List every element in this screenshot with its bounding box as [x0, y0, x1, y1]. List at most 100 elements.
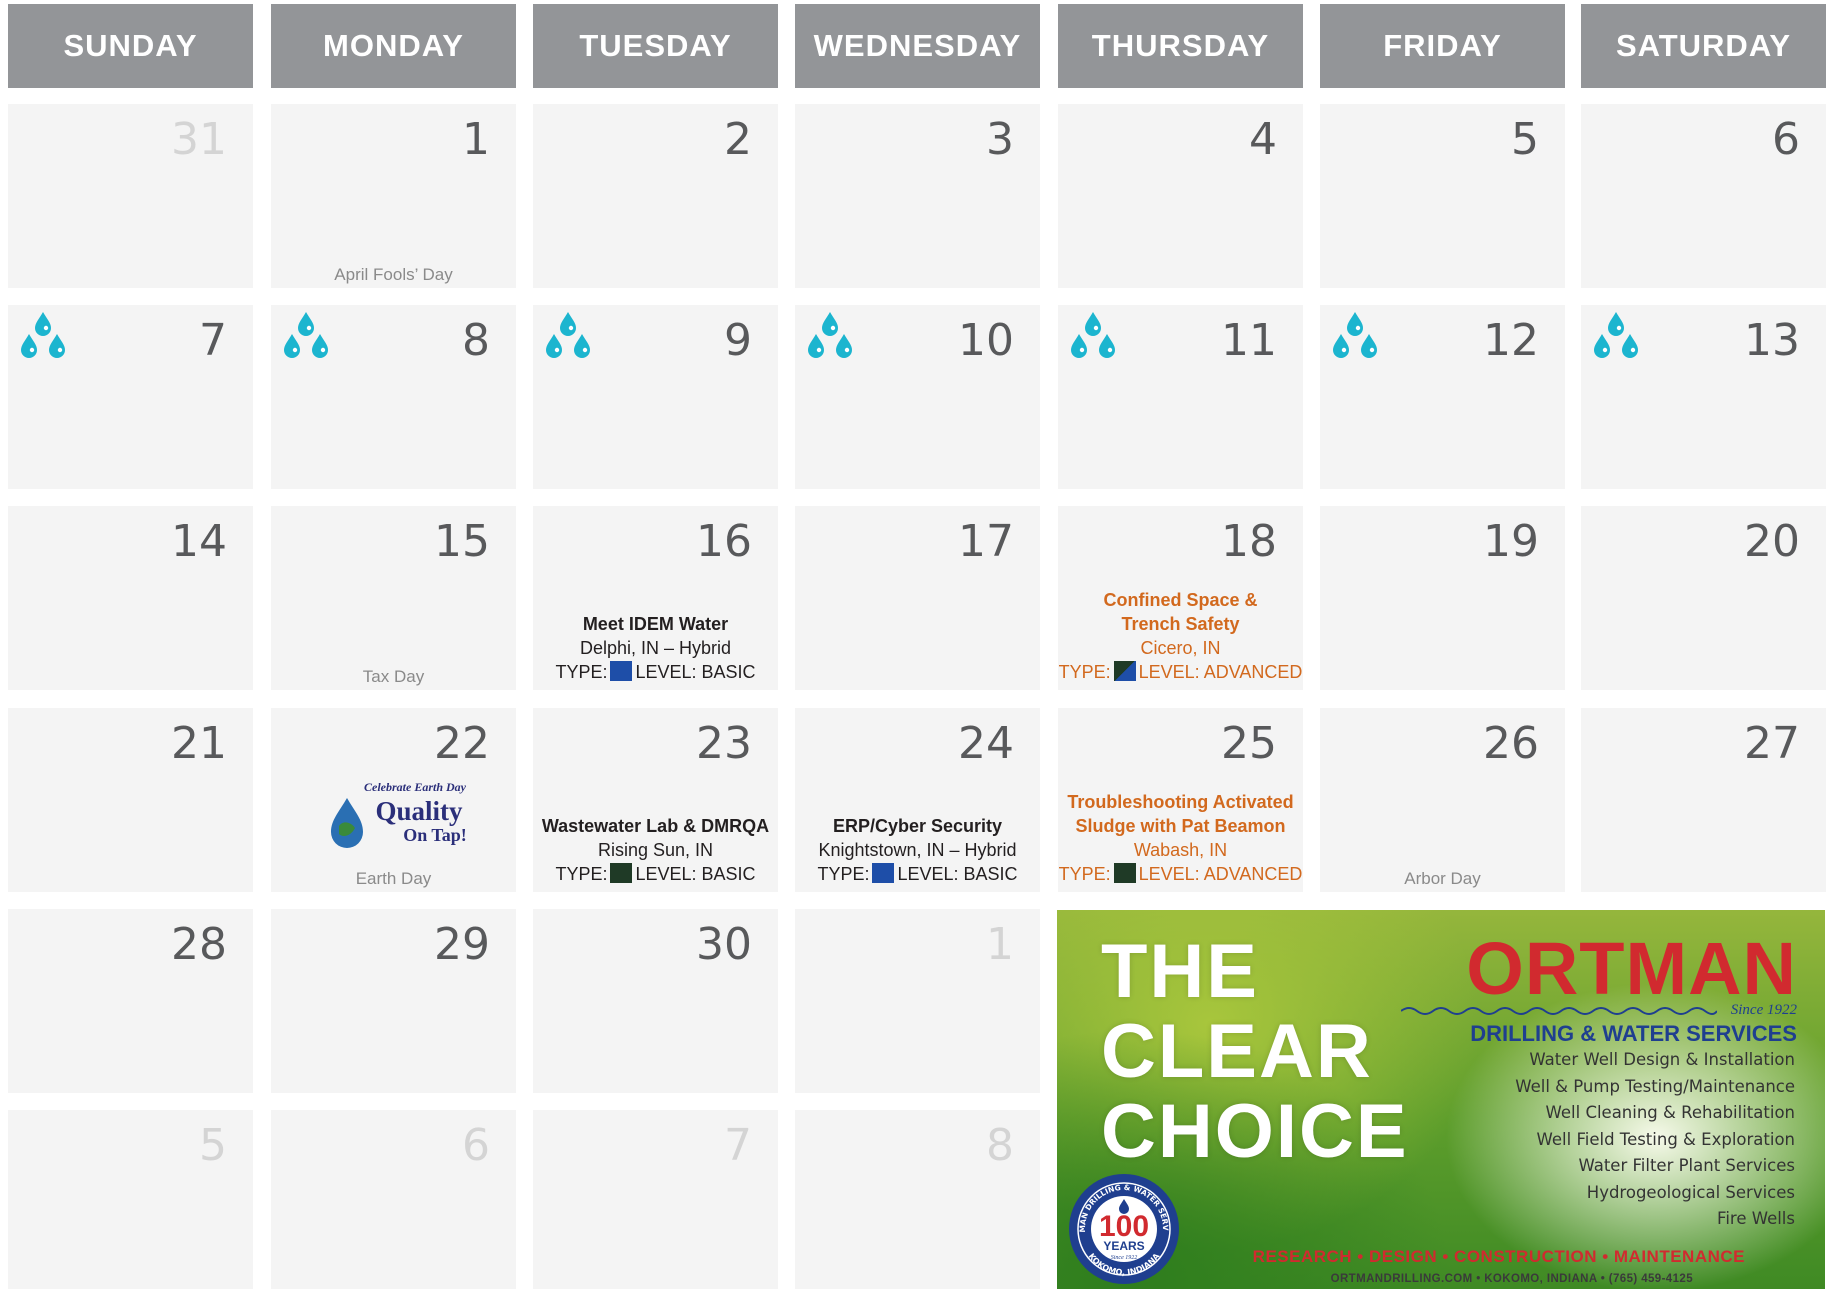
- day-number: 12: [1483, 315, 1539, 366]
- event-title: ERP/Cyber Security: [832, 816, 1003, 836]
- day-cell[interactable]: 30: [533, 909, 778, 1093]
- event-type-label: TYPE:: [817, 864, 870, 884]
- day-cell[interactable]: 5: [1320, 104, 1565, 288]
- badge-since: Since 1922: [1111, 1255, 1138, 1261]
- water-drops-icon: [542, 310, 594, 364]
- day-cell[interactable]: 17: [795, 506, 1040, 690]
- ad-since: Since 1922: [1730, 1002, 1797, 1018]
- event-type-swatch: [1113, 863, 1136, 883]
- day-number: 26: [1483, 718, 1539, 769]
- day-number: 7: [724, 1120, 752, 1171]
- day-cell[interactable]: 23 Wastewater Lab & DMRQA Rising Sun, IN TY…: [533, 708, 778, 892]
- day-number: 23: [696, 718, 752, 769]
- day-header-saturday: SATURDAY: [1581, 4, 1826, 88]
- day-number: 5: [199, 1120, 227, 1171]
- day-cell[interactable]: 15 Tax Day: [271, 506, 516, 690]
- logo-line1: Celebrate Earth Day: [364, 780, 467, 794]
- day-cell[interactable]: 21: [8, 708, 253, 892]
- day-cell[interactable]: 7: [533, 1110, 778, 1289]
- event-location: Knightstown, IN – Hybrid: [818, 840, 1017, 860]
- day-cell[interactable]: 19: [1320, 506, 1565, 690]
- event-type-label: TYPE:: [555, 864, 608, 884]
- event-block[interactable]: ERP/Cyber Security Knightstown, IN – Hybr…: [795, 814, 1040, 886]
- ad-headline-line: CLEAR: [1101, 1009, 1373, 1094]
- day-cell[interactable]: 16 Meet IDEM Water Delphi, IN – Hybrid TYPE…: [533, 506, 778, 690]
- day-cell[interactable]: 9: [533, 305, 778, 489]
- day-cell[interactable]: 10: [795, 305, 1040, 489]
- day-number: 19: [1483, 516, 1539, 567]
- water-drops-icon: [1590, 310, 1642, 364]
- holiday-label: Arbor Day: [1404, 869, 1481, 888]
- ad-tagline: RESEARCH • DESIGN • CONSTRUCTION • MAINT…: [1252, 1247, 1745, 1266]
- day-cell[interactable]: 1: [795, 909, 1040, 1093]
- day-number: 8: [462, 315, 490, 366]
- badge-years: YEARS: [1103, 1239, 1144, 1253]
- day-cell[interactable]: 31: [8, 104, 253, 288]
- day-cell[interactable]: 3: [795, 104, 1040, 288]
- logo-line2: Quality: [375, 796, 463, 826]
- event-title: Trench Safety: [1121, 614, 1240, 634]
- day-number: 29: [434, 919, 490, 970]
- day-number: 10: [958, 315, 1014, 366]
- day-header-tuesday: TUESDAY: [533, 4, 778, 88]
- day-cell[interactable]: 18 Confined Space & Trench Safety Cicero, I…: [1058, 506, 1303, 690]
- day-cell[interactable]: 29: [271, 909, 516, 1093]
- event-location: Wabash, IN: [1133, 840, 1228, 860]
- ad-contact: ORTMANDRILLING.COM • KOKOMO, INDIANA • (…: [1330, 1273, 1693, 1285]
- day-cell[interactable]: 6: [1581, 104, 1826, 288]
- day-cell[interactable]: 4: [1058, 104, 1303, 288]
- day-cell[interactable]: 7: [8, 305, 253, 489]
- day-cell[interactable]: 11: [1058, 305, 1303, 489]
- day-cell[interactable]: 26 Arbor Day: [1320, 708, 1565, 892]
- event-block[interactable]: Meet IDEM Water Delphi, IN – Hybrid TYPE: L…: [533, 612, 778, 684]
- event-type-level: TYPE: LEVEL: ADVANCED: [1058, 660, 1303, 684]
- day-number: 13: [1744, 315, 1800, 366]
- day-cell[interactable]: 12: [1320, 305, 1565, 489]
- event-type-swatch: [872, 863, 895, 883]
- day-cell[interactable]: 14: [8, 506, 253, 690]
- day-cell[interactable]: 8: [271, 305, 516, 489]
- water-drops-icon: [1329, 310, 1381, 364]
- day-cell[interactable]: 5: [8, 1110, 253, 1289]
- event-level: LEVEL: ADVANCED: [1138, 662, 1303, 682]
- ad-service-item: Water Filter Plant Services: [1578, 1156, 1795, 1175]
- day-cell[interactable]: 24 ERP/Cyber Security Knightstown, IN – Hy…: [795, 708, 1040, 892]
- day-cell[interactable]: 1 April Fools’ Day: [271, 104, 516, 288]
- day-cell[interactable]: 20: [1581, 506, 1826, 690]
- event-block[interactable]: Confined Space & Trench Safety Cicero, IN T…: [1058, 588, 1303, 684]
- day-cell[interactable]: 2: [533, 104, 778, 288]
- quality-on-tap-logo: Celebrate Earth Day Quality On Tap!: [325, 780, 485, 854]
- day-cell[interactable]: 6: [271, 1110, 516, 1289]
- day-number: 4: [1249, 114, 1277, 165]
- ad-service-item: Well Field Testing & Exploration: [1536, 1129, 1795, 1149]
- event-type-swatch: [610, 661, 633, 681]
- day-number: 22: [434, 718, 490, 769]
- day-cell[interactable]: 27: [1581, 708, 1826, 892]
- day-cell[interactable]: 13: [1581, 305, 1826, 489]
- day-number: 3: [986, 114, 1014, 165]
- water-drops-icon: [280, 310, 332, 364]
- day-number: 1: [986, 919, 1014, 970]
- water-drops-icon: [17, 310, 69, 364]
- ad-subtitle: DRILLING & WATER SERVICES: [1470, 1021, 1797, 1046]
- ad-service-item: Well & Pump Testing/Maintenance: [1515, 1076, 1795, 1096]
- day-number: 24: [958, 718, 1014, 769]
- day-cell[interactable]: 8: [795, 1110, 1040, 1289]
- day-cell[interactable]: 22 Celebrate Earth Day Quality On Tap! Earth…: [271, 708, 516, 892]
- event-location: Delphi, IN – Hybrid: [579, 638, 732, 658]
- day-number: 15: [434, 516, 490, 567]
- day-header-friday: FRIDAY: [1320, 4, 1565, 88]
- event-title: Confined Space &: [1103, 590, 1258, 610]
- water-drops-icon: [1067, 310, 1119, 364]
- event-block[interactable]: Troubleshooting Activated Sludge with Pat…: [1058, 790, 1303, 886]
- day-number: 28: [171, 919, 227, 970]
- water-drops-icon: [804, 310, 856, 364]
- day-number: 16: [696, 516, 752, 567]
- ad-service-item: Hydrogeological Services: [1586, 1182, 1795, 1202]
- event-block[interactable]: Wastewater Lab & DMRQA Rising Sun, IN TYPE…: [533, 814, 778, 886]
- event-level: LEVEL: BASIC: [635, 662, 756, 682]
- event-type-label: TYPE:: [1058, 864, 1111, 884]
- day-cell[interactable]: 28: [8, 909, 253, 1093]
- day-number: 8: [986, 1120, 1014, 1171]
- day-cell[interactable]: 25 Troubleshooting Activated Sludge with P…: [1058, 708, 1303, 892]
